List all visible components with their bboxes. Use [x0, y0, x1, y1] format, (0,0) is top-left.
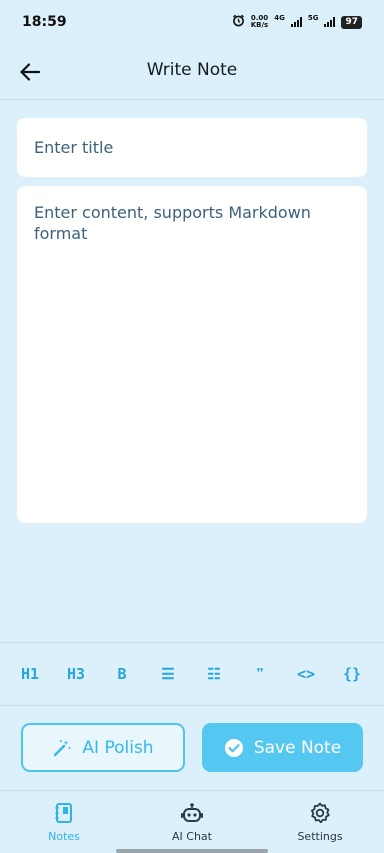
nav-item-ai-chat[interactable]: AI Chat [128, 791, 256, 853]
status-bar: 18:59 0.00 KB/s 4G 5G 97 [0, 0, 384, 44]
h3-button[interactable]: H3 [56, 658, 96, 690]
magic-wand-icon [54, 739, 71, 756]
ai-polish-button[interactable]: AI Polish [21, 723, 185, 772]
status-time: 18:59 [22, 14, 67, 30]
robot-icon [181, 803, 203, 822]
numbered-list-button[interactable]: ☷ [194, 658, 234, 690]
more-button[interactable]: < [378, 658, 384, 690]
inline-code-button[interactable]: <> [286, 658, 326, 690]
nav-label-notes: Notes [48, 830, 80, 843]
net-type-5g: 5G [307, 14, 319, 22]
nav-label-settings: Settings [297, 830, 343, 843]
page-title: Write Note [146, 60, 238, 80]
save-note-label: Save Note [253, 737, 342, 758]
home-indicator [116, 849, 268, 853]
write-note-screen: 18:59 0.00 KB/s 4G 5G 97 Write Note Ente… [0, 0, 384, 853]
save-note-button[interactable]: Save Note [202, 723, 363, 772]
title-input[interactable] [17, 118, 367, 177]
alarm-icon [232, 14, 245, 31]
bullet-list-button[interactable]: ☰ [148, 658, 188, 690]
markdown-toolbar: H1 H3 B ☰ ☷ ❞ <> {} < [0, 642, 384, 706]
ai-polish-label: AI Polish [82, 737, 154, 758]
net-type-4g: 4G [274, 14, 285, 22]
nav-item-settings[interactable]: Settings [256, 791, 384, 853]
app-bar: Write Note [0, 44, 384, 100]
nav-label-ai-chat: AI Chat [172, 830, 212, 843]
content-input[interactable] [17, 186, 367, 523]
bottom-nav: Notes AI Chat Settings [0, 790, 384, 853]
quote-button[interactable]: ❞ [240, 658, 280, 690]
gear-icon [310, 802, 330, 824]
net-speed: 0.00 KB/s [251, 15, 268, 29]
code-block-button[interactable]: {} [332, 658, 372, 690]
notebook-icon [55, 803, 72, 823]
status-icons: 0.00 KB/s 4G 5G 97 [232, 14, 362, 31]
bold-button[interactable]: B [102, 658, 142, 690]
battery-icon: 97 [341, 15, 362, 29]
check-circle-icon [224, 738, 243, 757]
h1-button[interactable]: H1 [10, 658, 50, 690]
net-speed-unit: KB/s [250, 21, 269, 29]
signal-icon [290, 17, 302, 27]
signal-icon-2 [324, 17, 336, 27]
nav-item-notes[interactable]: Notes [0, 791, 128, 853]
